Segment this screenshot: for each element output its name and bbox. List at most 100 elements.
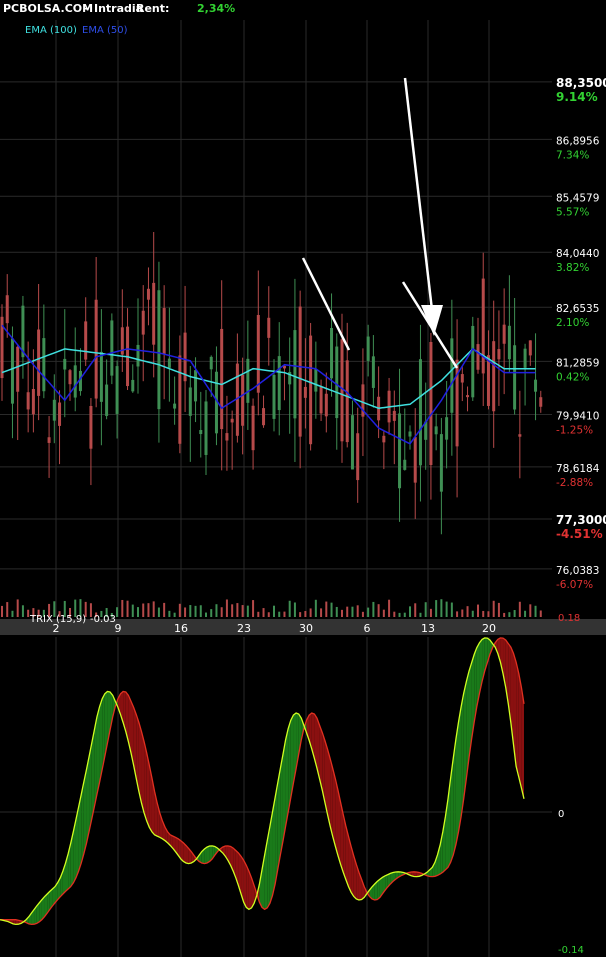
- volume-bar-103: [539, 610, 542, 617]
- candle-body-44: [230, 418, 234, 423]
- candle-body-96: [502, 324, 506, 344]
- candle-body-71: [371, 356, 375, 388]
- candle-body-82: [429, 341, 433, 466]
- pct-label-4: 2.10%: [556, 317, 589, 329]
- volume-bar-80: [419, 612, 422, 617]
- candle-body-61: [319, 387, 323, 414]
- candle-body-13: [68, 370, 72, 385]
- trix-fill-144: [377, 879, 380, 900]
- volume-bar-102: [534, 605, 537, 617]
- candle-body-42: [220, 328, 224, 430]
- candle-body-20: [105, 384, 109, 416]
- volume-bar-58: [304, 610, 307, 617]
- volume-bar-77: [403, 612, 406, 617]
- pct-label-3: 3.82%: [556, 262, 589, 274]
- volume-bar-46: [241, 605, 244, 617]
- candle-body-59: [309, 335, 313, 445]
- volume-bar-26: [137, 607, 139, 617]
- price-label-0: 88,3500: [556, 76, 606, 90]
- rent-value: 2,34%: [197, 2, 235, 15]
- candle-body-80: [418, 359, 422, 466]
- header-sep: -: [84, 2, 89, 15]
- candle-body-21: [110, 320, 114, 376]
- candle-body-38: [199, 430, 203, 435]
- volume-bar-81: [424, 602, 427, 617]
- candle-body-73: [382, 435, 386, 443]
- candle-body-2: [10, 338, 14, 404]
- candle-body-30: [157, 290, 161, 410]
- candle-body-79: [413, 437, 417, 483]
- stock-chart: PCBOLSA.COM - Intradia Rent: 2,34% EMA (…: [0, 0, 606, 957]
- volume-bar-49: [257, 611, 260, 617]
- volume-bar-82: [429, 608, 432, 617]
- candle-body-18: [94, 299, 98, 399]
- volume-bar-99: [518, 601, 521, 617]
- volume-bar-35: [184, 607, 187, 617]
- price-label-4: 82,6535: [556, 303, 599, 315]
- candle-body-78: [408, 431, 412, 437]
- candle-body-28: [146, 288, 150, 300]
- trix-label: TRIX (15,9): [29, 614, 86, 625]
- candle-body-93: [486, 355, 490, 406]
- pct-label-2: 5.57%: [556, 206, 589, 218]
- volume-bar-56: [293, 602, 296, 617]
- volume-bar-68: [356, 605, 359, 617]
- volume-bar-31: [163, 602, 166, 617]
- candle-body-5: [26, 392, 30, 410]
- candle-body-53: [277, 356, 281, 411]
- pct-label-1: 7.34%: [556, 149, 589, 161]
- candle-body-84: [439, 434, 443, 492]
- volume-bar-73: [382, 609, 385, 617]
- volume-bar-47: [246, 605, 249, 617]
- volume-bar-36: [189, 605, 192, 617]
- candle-body-76: [398, 413, 402, 489]
- volume-bar-66: [346, 606, 349, 617]
- candle-body-86: [450, 338, 454, 413]
- price-label-8: 77,3000: [556, 513, 606, 527]
- candle-body-39: [204, 401, 208, 455]
- x-tick-3: 23: [237, 622, 251, 635]
- trix-fill-197: [516, 662, 519, 778]
- candle-body-33: [173, 403, 177, 409]
- candle-body-46: [241, 374, 245, 426]
- candle-body-64: [335, 346, 339, 419]
- pct-label-8: -4.51%: [556, 527, 603, 541]
- pct-label-0: 9.14%: [556, 90, 598, 104]
- volume-bar-38: [199, 605, 202, 617]
- volume-bar-94: [492, 600, 495, 617]
- candle-body-36: [188, 387, 192, 416]
- candle-body-62: [324, 393, 328, 417]
- candle-body-6: [31, 389, 35, 415]
- candle-body-65: [340, 339, 344, 442]
- volume-bar-67: [351, 606, 354, 617]
- candle-body-47: [246, 358, 250, 403]
- volume-bar-43: [225, 599, 228, 617]
- volume-bar-87: [456, 611, 459, 617]
- candle-body-51: [267, 317, 271, 338]
- volume-bar-34: [178, 603, 181, 617]
- volume-bar-22: [116, 607, 119, 617]
- trix-fill-79: [206, 846, 210, 864]
- candle-body-92: [481, 278, 485, 374]
- candle-body-43: [225, 433, 229, 441]
- candle-body-7: [37, 329, 41, 396]
- volume-bar-98: [513, 610, 516, 617]
- candle-body-66: [345, 360, 349, 443]
- candle-body-40: [209, 356, 213, 370]
- volume-bar-3: [16, 599, 19, 617]
- volume-bar-1: [6, 602, 9, 617]
- volume-bar-90: [471, 610, 474, 617]
- candle-body-31: [162, 308, 166, 354]
- candle-body-100: [523, 348, 527, 368]
- volume-bar-51: [267, 612, 270, 617]
- volume-bar-71: [372, 601, 375, 617]
- candle-body-58: [303, 386, 307, 398]
- candle-body-99: [518, 434, 522, 437]
- candle-body-37: [194, 370, 198, 402]
- trix-fill-175: [458, 706, 462, 832]
- candle-body-57: [298, 306, 302, 437]
- volume-bar-23: [121, 599, 124, 617]
- volume-bar-27: [142, 603, 145, 617]
- trix-axis-bottom: -0.14: [558, 945, 584, 956]
- candle-body-25: [131, 379, 135, 392]
